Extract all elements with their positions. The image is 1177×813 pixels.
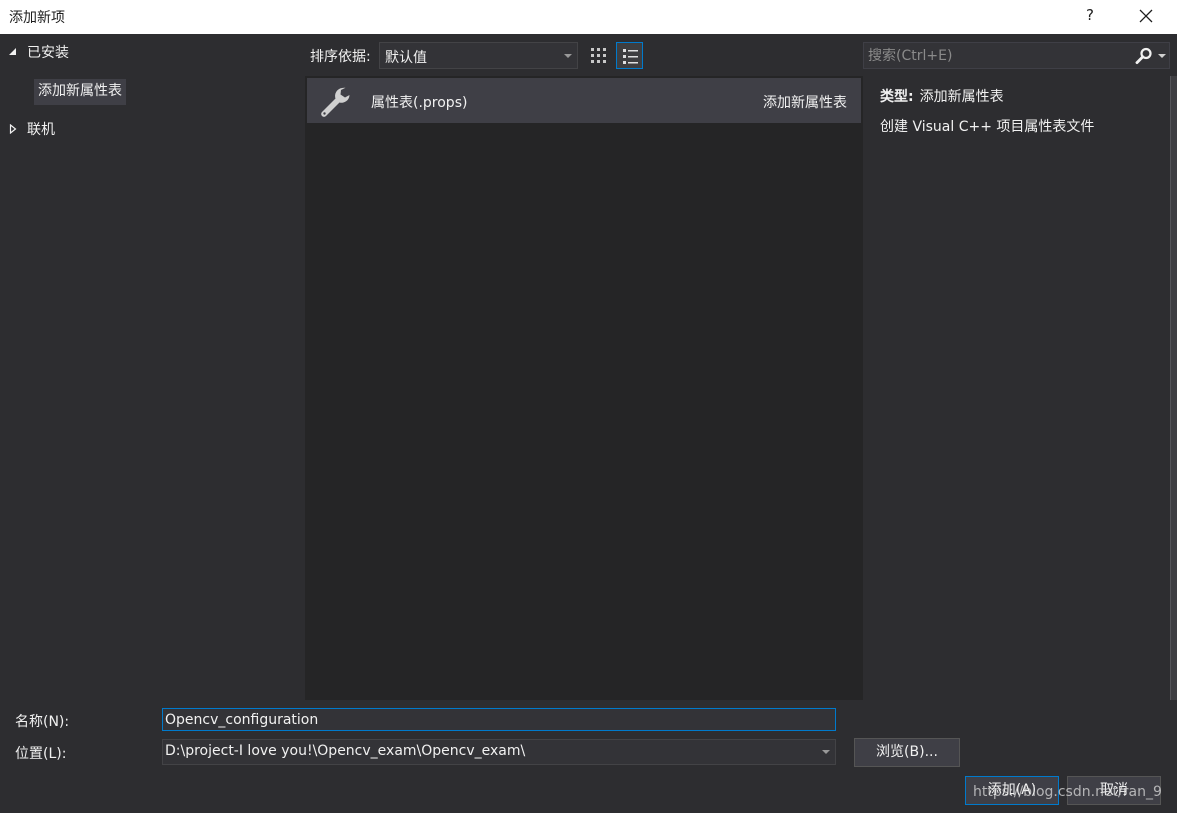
scrollbar[interactable] [1170, 76, 1177, 700]
collapsed-arrow-icon[interactable] [0, 117, 27, 141]
browse-button[interactable]: 浏览(B)... [854, 738, 960, 767]
search-input[interactable] [868, 46, 1128, 66]
template-item[interactable]: 属性表(.props) 添加新属性表 [307, 78, 861, 123]
close-icon [1139, 9, 1153, 23]
sort-label: 排序依据: [310, 49, 371, 65]
sort-value: 默认值 [385, 50, 427, 66]
type-value: 添加新属性表 [919, 89, 1004, 105]
template-list: 属性表(.props) 添加新属性表 [305, 76, 863, 700]
details-pane: 类型: 添加新属性表 创建 Visual C++ 项目属性表文件 [867, 76, 1170, 700]
name-field[interactable] [162, 708, 836, 731]
type-info: 类型: 添加新属性表 [880, 86, 1004, 106]
location-label: 位置(L): [15, 746, 67, 762]
search-box[interactable] [863, 42, 1170, 69]
template-tree: 已安装 添加新属性表 联机 [0, 34, 300, 702]
location-value: D:\project-I love you!\Opencv_exam\Openc… [165, 743, 526, 759]
chevron-down-icon [822, 750, 830, 754]
tree-node-label: 联机 [27, 122, 55, 138]
tree-node-installed[interactable]: 已安装 [0, 40, 69, 64]
search-options-dropdown[interactable] [1158, 54, 1166, 58]
list-view-button[interactable] [616, 42, 643, 69]
type-label: 类型: [880, 89, 914, 105]
tree-item-add-property-sheet[interactable]: 添加新属性表 [34, 79, 126, 105]
search-icon[interactable] [1135, 47, 1153, 65]
close-button[interactable] [1128, 0, 1164, 32]
chevron-down-icon [564, 54, 572, 58]
tree-node-online[interactable]: 联机 [0, 117, 55, 141]
wrench-icon [318, 85, 352, 117]
template-description: 创建 Visual C++ 项目属性表文件 [880, 119, 1095, 135]
small-icons-view-button[interactable] [585, 42, 612, 69]
tree-node-label: 已安装 [27, 45, 69, 61]
help-button[interactable]: ? [1077, 0, 1103, 32]
expanded-arrow-icon[interactable] [0, 40, 27, 64]
title-bar: 添加新项 ? [0, 0, 1177, 34]
sort-dropdown[interactable]: 默认值 [379, 42, 578, 69]
grid-view-icon [591, 48, 606, 63]
window-title: 添加新项 [9, 10, 65, 26]
name-label: 名称(N): [15, 714, 70, 730]
template-name: 属性表(.props) [371, 95, 468, 111]
watermark: https://blog.csdn.net/ran_9 [973, 784, 1162, 800]
template-category: 添加新属性表 [763, 95, 847, 111]
location-dropdown[interactable]: D:\project-I love you!\Opencv_exam\Openc… [162, 739, 836, 765]
list-view-icon [623, 49, 638, 64]
